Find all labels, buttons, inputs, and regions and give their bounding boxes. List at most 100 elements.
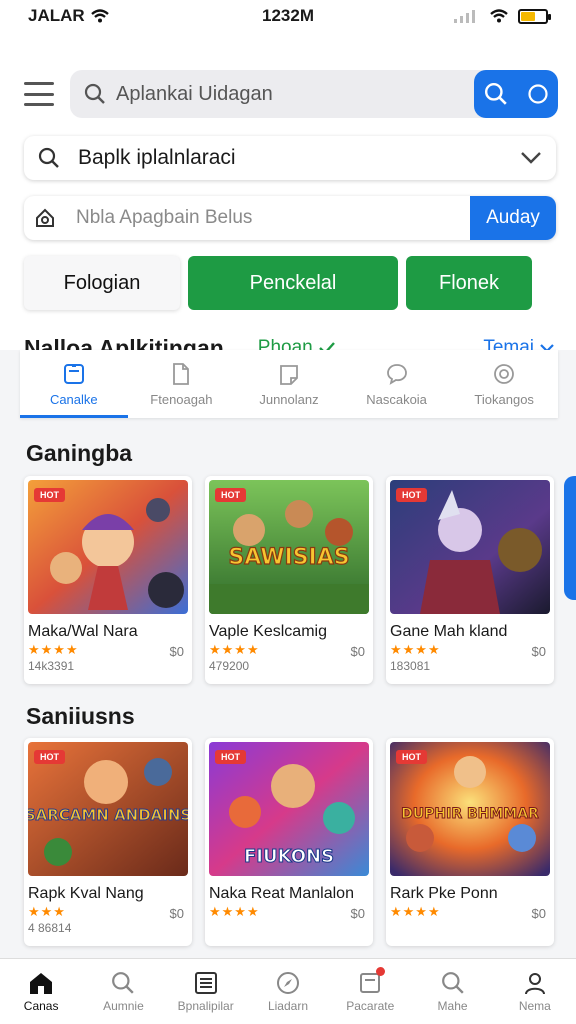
nav-label: Bpnalipilar — [177, 998, 234, 1013]
rating-stars: ★★★★ — [390, 642, 441, 657]
wifi-icon — [490, 9, 508, 23]
game-price: $0 — [169, 644, 184, 659]
tab-label: Canalke — [49, 391, 98, 407]
rating-stars: ★★★ — [28, 904, 66, 919]
game-card-row: HOT Maka/Wal Nara ★★★★ $0 14k3391 SAWISI… — [24, 476, 554, 684]
nav-list[interactable]: Bpnalipilar — [165, 959, 247, 1024]
hamburger-menu-icon[interactable] — [24, 82, 54, 106]
game-card[interactable]: DUPHIR BHMMAR HOT Rark Pke Ponn ★★★★ $0 — [386, 738, 554, 946]
game-name: Vaple Keslcamig — [209, 623, 327, 640]
secondary-search-button[interactable]: Auday — [470, 196, 556, 240]
game-price: $0 — [350, 644, 365, 659]
game-price: $0 — [531, 906, 546, 921]
category-tabs: Canalke Ftenoagah Junnolanz Nascakoia Ti… — [20, 350, 558, 418]
game-price: $0 — [169, 906, 184, 921]
bottom-nav: Canas Aumnie Bpnalipilar Liadarn Pacarat… — [0, 958, 576, 1024]
status-bar: JALAR 1232M — [0, 0, 576, 32]
game-name: Rapk Kval Nang — [28, 885, 144, 902]
tab-tiokangos[interactable]: Tiokangos — [450, 350, 558, 418]
download-count: 14k3391 — [28, 659, 75, 673]
rating-stars: ★★★★ — [28, 642, 79, 657]
rating-stars: ★★★★ — [209, 642, 260, 657]
tab-nascakoia[interactable]: Nascakoia — [343, 350, 451, 418]
search-icon[interactable] — [484, 82, 508, 106]
tab-junnolanz[interactable]: Junnolanz — [235, 350, 343, 418]
flonek-button[interactable]: Flonek — [406, 256, 532, 310]
nav-label: Liadarn — [267, 998, 308, 1013]
game-card[interactable]: HOT Gane Mah kland ★★★★ $0 183081 — [386, 476, 554, 684]
side-drawer-handle[interactable] — [564, 476, 576, 600]
carrier-label: JALAR — [28, 6, 85, 25]
tab-ftenoagah[interactable]: Ftenoagah — [128, 350, 236, 418]
tab-label: Nascakoia — [366, 391, 427, 407]
game-name: Gane Mah kland — [390, 623, 508, 640]
section-title: Ganingba — [26, 440, 133, 466]
game-artwork: HOT — [390, 480, 550, 614]
nav-label: Mahe — [437, 998, 468, 1013]
chat-bubble-icon — [386, 363, 407, 385]
rating-stars: ★★★★ — [390, 904, 441, 919]
fologian-button[interactable]: Fologian — [24, 256, 180, 310]
nav-label: Canas — [23, 998, 59, 1013]
top-controls: Aplankai Uidagan Baplk iplalnlaraci Auda… — [0, 32, 576, 361]
nav-home[interactable]: Canas — [0, 959, 82, 1024]
document-icon — [63, 363, 84, 384]
nav-discover[interactable]: Mahe — [411, 959, 493, 1024]
nav-search[interactable]: Aumnie — [82, 959, 164, 1024]
game-card-row: SARCAMN ANDAINS HOT Rapk Kval Nang ★★★ $… — [24, 738, 554, 946]
search-actions — [474, 70, 558, 118]
category-select[interactable]: Baplk iplalnlaraci — [24, 136, 556, 180]
download-count: 4 86814 — [28, 921, 72, 935]
file-icon — [173, 362, 190, 385]
game-art-title: SAWISIAS — [228, 545, 349, 570]
search-icon — [84, 83, 105, 104]
chevron-down-icon — [521, 152, 541, 164]
tab-label: Tiokangos — [474, 391, 534, 407]
hot-tag: HOT — [215, 750, 246, 764]
penckelal-button[interactable]: Penckelal — [188, 256, 398, 310]
game-card[interactable]: SARCAMN ANDAINS HOT Rapk Kval Nang ★★★ $… — [24, 738, 192, 946]
hot-tag: HOT — [215, 488, 246, 502]
game-name: Naka Reat Manlalon — [209, 885, 354, 902]
nav-explore[interactable]: Liadarn — [247, 959, 329, 1024]
game-art-title: DUPHIR BHMMAR — [401, 806, 539, 822]
search-icon — [112, 971, 135, 994]
circle-icon[interactable] — [527, 83, 549, 105]
download-count: 479200 — [209, 659, 250, 673]
game-artwork: DUPHIR BHMMAR HOT — [390, 742, 550, 876]
search-placeholder: Aplankai Uidagan — [116, 82, 273, 105]
nav-inbox[interactable]: Pacarate — [329, 959, 411, 1024]
home-outline-icon — [36, 208, 54, 227]
game-card[interactable]: HOT Maka/Wal Nara ★★★★ $0 14k3391 — [24, 476, 192, 684]
game-card[interactable]: SAWISIAS HOT Vaple Keslcamig ★★★★ $0 479… — [205, 476, 373, 684]
tab-label: Junnolanz — [259, 391, 319, 407]
list-icon — [194, 971, 217, 994]
game-art-title: FIUKONS — [244, 846, 334, 867]
hot-tag: HOT — [34, 488, 65, 502]
secondary-search-input[interactable] — [56, 196, 470, 240]
tab-label: Ftenoagah — [150, 391, 213, 407]
game-price: $0 — [350, 906, 365, 921]
tab-canalke[interactable]: Canalke — [20, 350, 128, 418]
category-select-value: Baplk iplalnlaraci — [78, 146, 236, 169]
nav-label: Aumnie — [103, 998, 144, 1013]
hot-tag: HOT — [396, 488, 427, 502]
search-bar[interactable]: Aplankai Uidagan — [70, 70, 558, 118]
signal-icon — [454, 10, 475, 23]
profile-icon — [524, 972, 545, 994]
badge-icon — [494, 363, 515, 384]
game-card[interactable]: FIUKONS HOT Naka Reat Manlalon ★★★★ $0 — [205, 738, 373, 946]
battery-icon — [518, 8, 551, 24]
nav-profile[interactable]: Nema — [494, 959, 576, 1024]
search-icon — [38, 147, 59, 168]
note-icon — [280, 364, 298, 385]
nav-label: Nema — [518, 998, 551, 1013]
nav-label: Pacarate — [346, 998, 395, 1013]
rating-stars: ★★★★ — [209, 904, 260, 919]
home-icon — [30, 972, 53, 994]
download-count: 183081 — [390, 659, 431, 673]
game-artwork: SARCAMN ANDAINS HOT — [28, 742, 188, 876]
game-name: Maka/Wal Nara — [28, 623, 138, 640]
hot-tag: HOT — [396, 750, 427, 764]
game-art-title: SARCAMN ANDAINS — [28, 806, 188, 824]
